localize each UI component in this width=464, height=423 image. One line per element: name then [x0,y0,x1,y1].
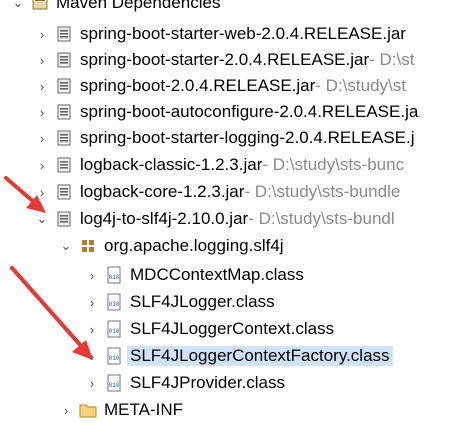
annotation-arrow-jar [4,176,46,213]
annotation-arrow-class [10,266,93,360]
annotation-arrows [4,176,93,360]
